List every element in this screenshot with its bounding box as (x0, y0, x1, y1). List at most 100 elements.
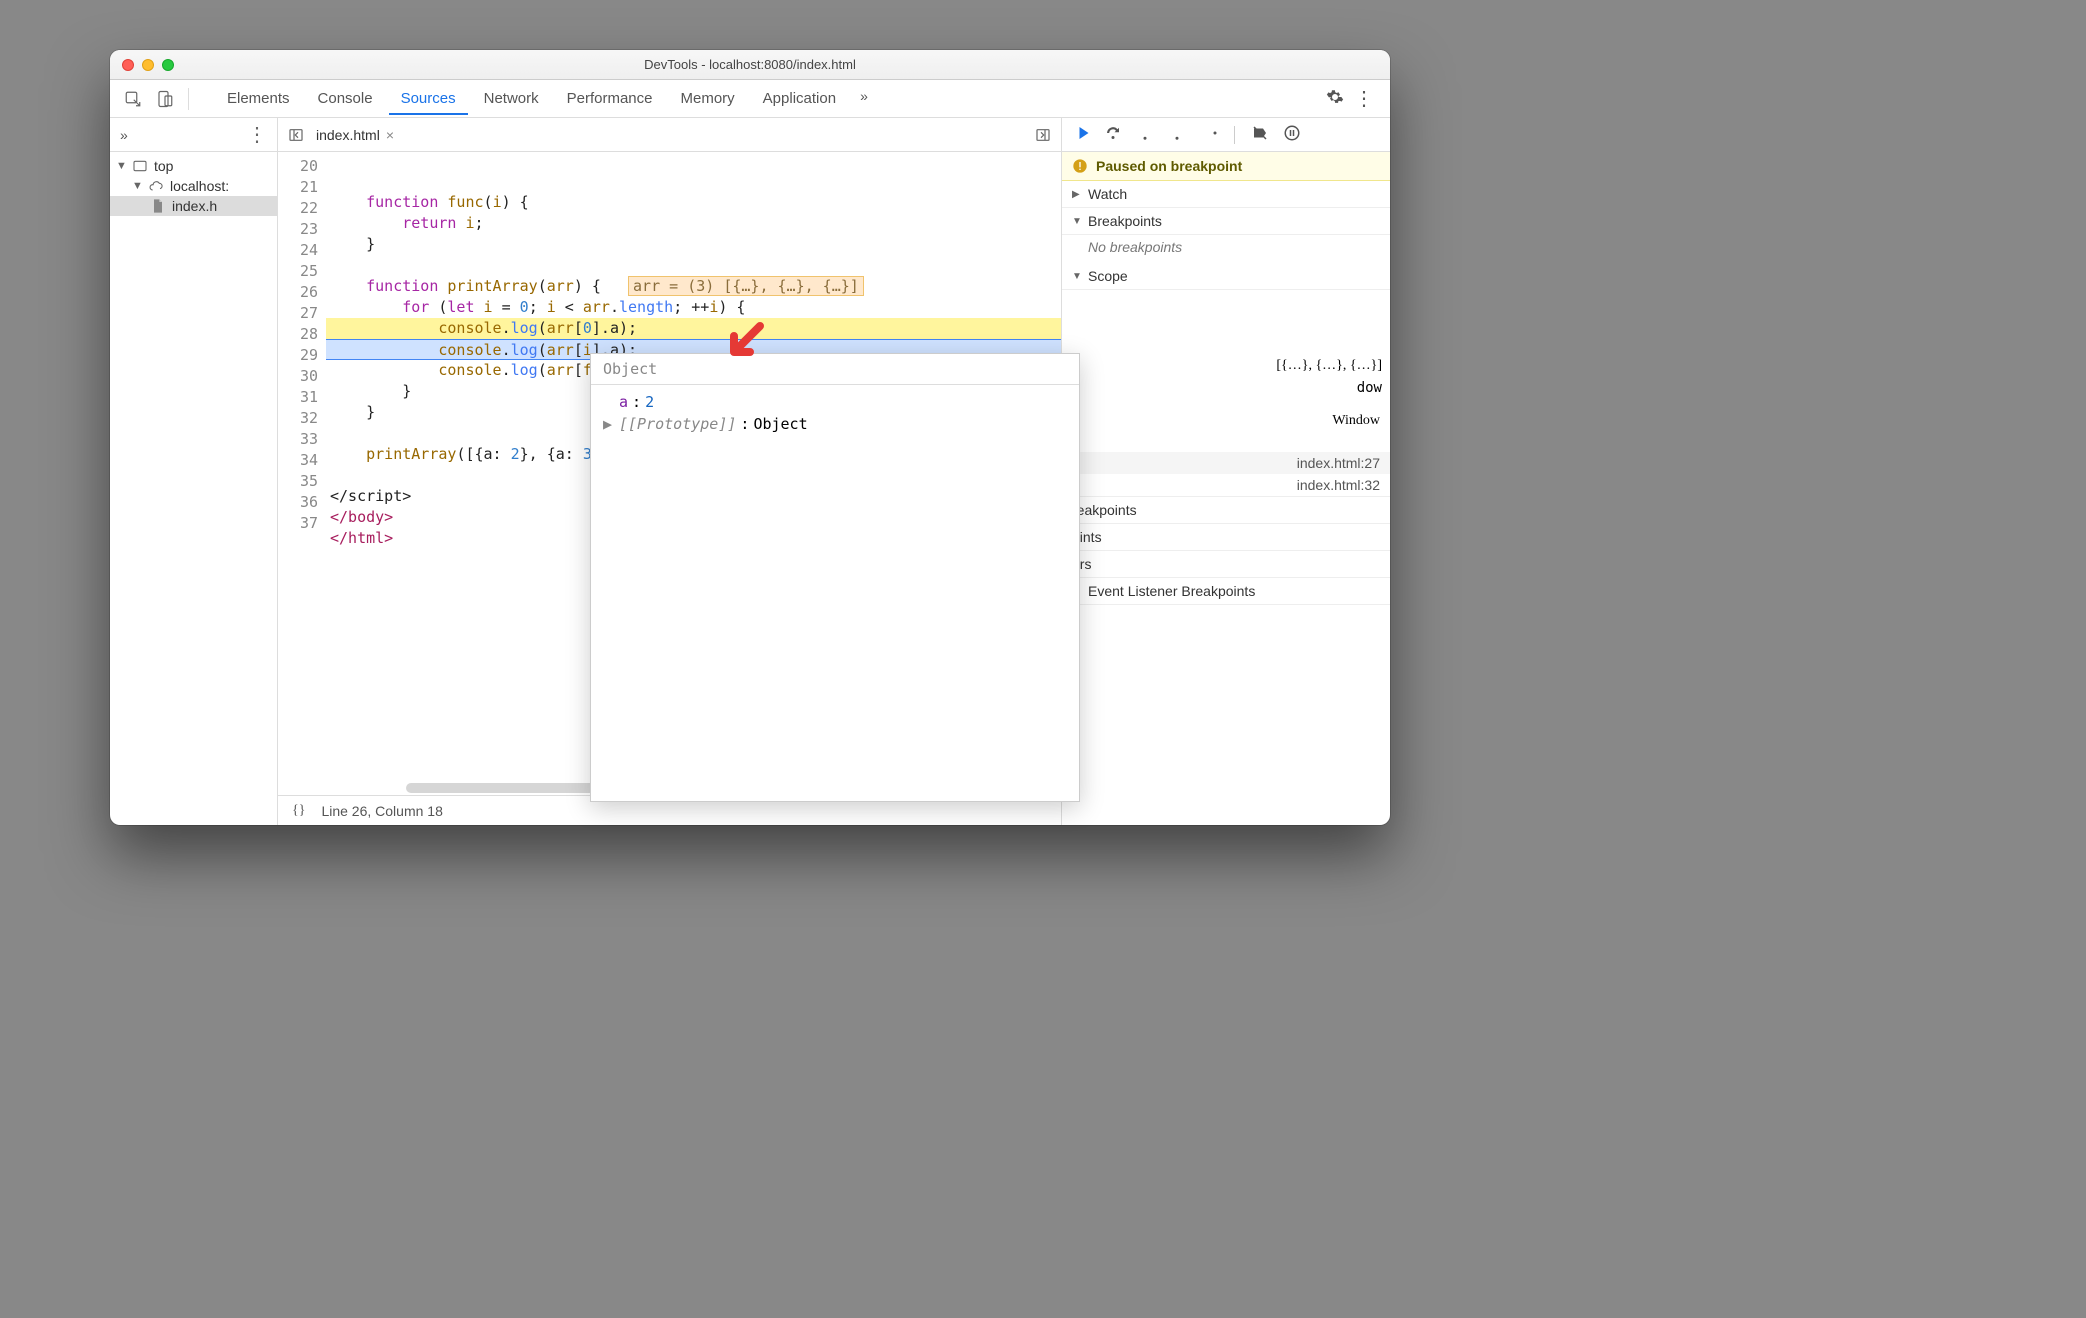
code-line-20[interactable]: function func(i) { (326, 192, 1061, 213)
callstack-row-1[interactable]: index.html:32 (1062, 474, 1390, 496)
file-tab-index[interactable]: index.html × (316, 127, 394, 143)
debugger-pane: Paused on breakpoint ▶ Watch ▼ Breakpoin… (1062, 118, 1390, 825)
file-icon (150, 198, 166, 214)
tab-performance[interactable]: Performance (555, 82, 665, 115)
panel-tabstrip: Elements Console Sources Network Perform… (110, 80, 1390, 118)
breakpoints-empty: No breakpoints (1062, 235, 1390, 263)
pause-banner: Paused on breakpoint (1062, 152, 1390, 181)
pause-exceptions-icon[interactable] (1283, 124, 1301, 145)
divider (1234, 126, 1235, 144)
cursor-position: Line 26, Column 18 (321, 803, 442, 819)
breakpoints-label: Breakpoints (1088, 213, 1162, 229)
more-tabs-button[interactable]: » (852, 82, 876, 115)
tab-sources[interactable]: Sources (389, 82, 468, 115)
tree-host[interactable]: ▼ localhost: (110, 176, 277, 196)
callstack-row-0[interactable]: index.html:27 (1062, 452, 1390, 474)
close-window-button[interactable] (122, 59, 134, 71)
tooltip-proto-row[interactable]: ▶ [[Prototype]]: Object (603, 413, 1067, 435)
cloud-icon (148, 178, 164, 194)
code-line-25[interactable]: for (let i = 0; i < arr.length; ++i) { (326, 297, 1061, 318)
tooltip-proto-key: [[Prototype]] (619, 415, 736, 433)
tooltip-prop-val: 2 (645, 393, 654, 411)
minimize-window-button[interactable] (142, 59, 154, 71)
titlebar: DevTools - localhost:8080/index.html (110, 50, 1390, 80)
tree-file-index[interactable]: index.h (110, 196, 277, 216)
divider (188, 88, 189, 110)
step-out-icon[interactable] (1168, 124, 1186, 145)
scope-arr-tail: [{…}, {…}, {…}] (1276, 358, 1382, 374)
caret-right-icon: ▶ (1072, 189, 1082, 200)
caret-down-icon: ▼ (1072, 216, 1082, 227)
tree-top-frame[interactable]: ▼ top (110, 156, 277, 176)
tab-memory[interactable]: Memory (669, 82, 747, 115)
tooltip-prop-key: a (619, 393, 628, 411)
xhr-breakpoints-section[interactable]: oints (1062, 524, 1390, 551)
tab-elements[interactable]: Elements (215, 82, 302, 115)
step-over-icon[interactable] (1104, 124, 1122, 145)
caret-down-icon: ▼ (132, 180, 142, 192)
gear-icon[interactable] (1326, 88, 1344, 109)
code-line-26[interactable]: console.log(arr[0].a); (326, 318, 1061, 339)
tooltip-proto-val: Object (753, 415, 807, 433)
maximize-window-button[interactable] (162, 59, 174, 71)
frame-icon (132, 158, 148, 174)
tab-network[interactable]: Network (472, 82, 551, 115)
code-line-21[interactable]: return i; (326, 213, 1061, 234)
nav-forward-icon[interactable] (1031, 127, 1055, 143)
scope-section[interactable]: ▼ Scope (1062, 263, 1390, 290)
close-icon[interactable]: × (386, 127, 394, 143)
nav-back-icon[interactable] (284, 127, 308, 143)
listeners-section[interactable]: ers (1062, 551, 1390, 578)
dom-breakpoints-section[interactable]: reakpoints (1062, 496, 1390, 524)
caret-down-icon: ▼ (116, 160, 126, 172)
toolbar-right: ⋮ (1326, 86, 1382, 111)
nav-kebab-icon[interactable]: ⋮ (247, 122, 267, 147)
nav-toolbar: » ⋮ (110, 118, 277, 152)
step-into-icon[interactable] (1136, 124, 1154, 145)
tooltip-prop-row[interactable]: a: 2 (603, 391, 1067, 413)
watch-section[interactable]: ▶ Watch (1062, 181, 1390, 208)
tree-file-label: index.h (172, 198, 217, 214)
event-listener-breakpoints-label: Event Listener Breakpoints (1088, 583, 1255, 599)
file-tab-label: index.html (316, 127, 380, 143)
step-icon[interactable] (1200, 124, 1218, 145)
debugger-toolbar (1062, 118, 1390, 152)
scope-window-partial: dow (1357, 380, 1382, 396)
event-listener-breakpoints-section[interactable]: ▶ Event Listener Breakpoints (1062, 578, 1390, 605)
inspect-element-icon[interactable] (118, 90, 148, 108)
object-hover-tooltip: Object a: 2 ▶ [[Prototype]]: Object (590, 353, 1080, 802)
pause-message: Paused on breakpoint (1096, 158, 1242, 174)
tooltip-body: a: 2 ▶ [[Prototype]]: Object (591, 385, 1079, 801)
editor-tabs: index.html × (278, 118, 1061, 152)
line-gutter: 202122232425262728293031323334353637 (278, 152, 326, 795)
panel-tabs: Elements Console Sources Network Perform… (215, 82, 1324, 115)
tree-host-label: localhost: (170, 178, 229, 194)
kebab-menu-icon[interactable]: ⋮ (1354, 86, 1374, 111)
dom-breakpoints-label: reakpoints (1072, 502, 1137, 518)
traffic-lights (122, 59, 174, 71)
code-line-22[interactable]: } (326, 234, 1061, 255)
callstack-loc-1: index.html:32 (1297, 477, 1380, 493)
breakpoints-section[interactable]: ▼ Breakpoints (1062, 208, 1390, 235)
annotation-arrow-icon (720, 318, 770, 371)
global-window: Window (1062, 410, 1390, 432)
tab-application[interactable]: Application (751, 82, 848, 115)
code-line-23[interactable] (326, 255, 1061, 276)
scope-body: [{…}, {…}, {…}] dow Window (1062, 290, 1390, 410)
braces-icon[interactable]: {} (292, 803, 305, 819)
deactivate-breakpoints-icon[interactable] (1251, 124, 1269, 145)
tree-top-label: top (154, 158, 173, 174)
callstack-loc-0: index.html:27 (1297, 455, 1380, 471)
resume-icon[interactable] (1072, 124, 1090, 145)
file-tree: ▼ top ▼ localhost: (110, 152, 277, 220)
device-toolbar-icon[interactable] (150, 90, 180, 108)
nav-more-button[interactable]: » (120, 127, 128, 143)
window-title: DevTools - localhost:8080/index.html (110, 57, 1390, 72)
caret-down-icon: ▼ (1072, 271, 1082, 282)
tab-console[interactable]: Console (306, 82, 385, 115)
tooltip-header: Object (591, 354, 1079, 385)
watch-label: Watch (1088, 186, 1127, 202)
scope-label: Scope (1088, 268, 1128, 284)
sources-navigator: » ⋮ ▼ top ▼ localhost: (110, 118, 278, 825)
code-line-24[interactable]: function printArray(arr) { arr = (3) [{…… (326, 276, 1061, 297)
